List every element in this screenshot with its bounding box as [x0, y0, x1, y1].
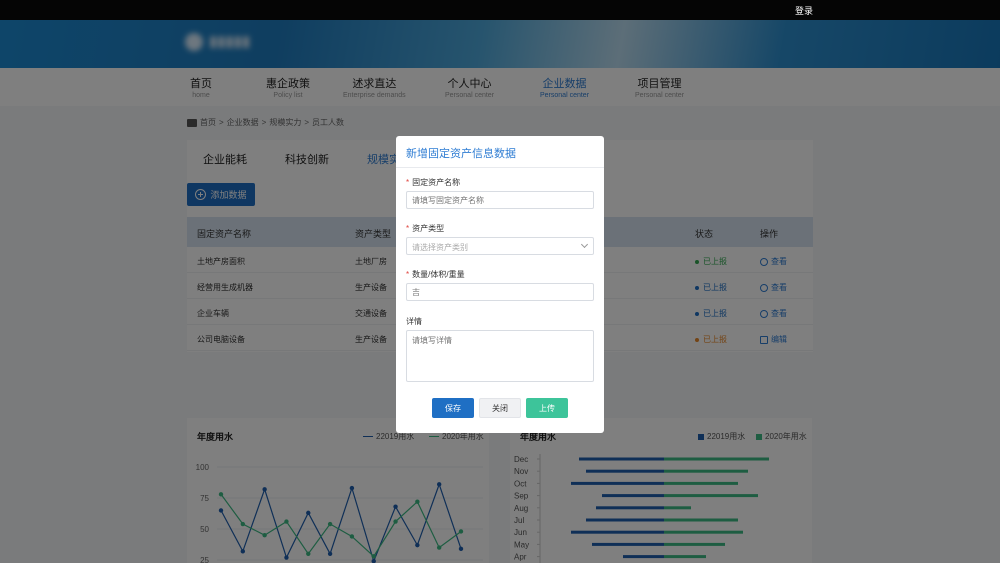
field-label-details: 详情 [406, 316, 422, 327]
asset-type-select[interactable]: 请选择资产类别 [406, 237, 594, 255]
field-label-asset-name: * 固定资产名称 [406, 177, 460, 188]
label-text: 资产类型 [412, 224, 445, 233]
close-button[interactable]: 关闭 [479, 398, 521, 418]
dialog-title: 新增固定资产信息数据 [406, 148, 516, 160]
asset-name-input[interactable] [406, 191, 594, 209]
details-textarea[interactable] [406, 330, 594, 382]
field-label-asset-type: * 资产类型 [406, 223, 444, 234]
chevron-down-icon [580, 240, 589, 249]
dialog-divider [396, 167, 604, 168]
quantity-input[interactable] [406, 283, 594, 301]
label-text: 详情 [406, 317, 422, 326]
upload-button[interactable]: 上传 [526, 398, 568, 418]
label-text: 固定资产名称 [412, 178, 461, 187]
add-asset-dialog: 新增固定资产信息数据 *固定资产名称 *资产类型 请选择资产类别 *数量/体积/… [396, 136, 604, 433]
field-label-quantity: * 数量/体积/重量 [406, 269, 465, 280]
select-placeholder: 请选择资产类别 [412, 243, 468, 252]
required-mark: * [406, 224, 410, 233]
save-button[interactable]: 保存 [432, 398, 474, 418]
required-mark: * [406, 270, 410, 279]
top-bar: 登录 [0, 0, 1000, 20]
label-text: 数量/体积/重量 [412, 270, 465, 279]
required-mark: * [406, 178, 410, 187]
login-link[interactable]: 登录 [795, 4, 813, 17]
